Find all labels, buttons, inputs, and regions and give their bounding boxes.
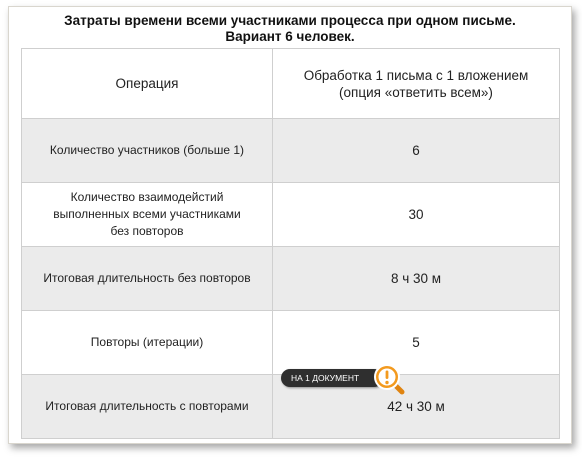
title-line-1: Затраты времени всеми участниками процес… — [64, 13, 516, 28]
header-operation-label: Операция — [115, 76, 179, 91]
per-document-note: НА 1 ДОКУМЕНТ — [281, 363, 409, 399]
document-title: Затраты времени всеми участниками процес… — [9, 13, 571, 45]
operation-cell: Итоговая длительность без повторов — [21, 246, 273, 311]
operation-label: Количество взаимодейстий выполненных все… — [53, 190, 241, 238]
value-label: 30 — [408, 207, 424, 222]
operation-label: Повторы (итерации) — [90, 335, 204, 349]
table-row: Итоговая длительность без повторов 8 ч 3… — [21, 246, 560, 311]
operation-cell: Количество участников (больше 1) — [21, 118, 273, 183]
value-cell: 6 — [272, 118, 560, 183]
table-row: Количество участников (больше 1) 6 — [21, 118, 560, 183]
header-value-label: Обработка 1 письма с 1 вложением (опция … — [303, 67, 529, 100]
header-value-cell: Обработка 1 письма с 1 вложением (опция … — [272, 48, 560, 119]
value-cell: 8 ч 30 м — [272, 246, 560, 311]
value-cell: 30 — [272, 182, 560, 247]
exclamation-magnifier-icon — [374, 364, 405, 395]
value-label: 8 ч 30 м — [390, 271, 442, 286]
value-label: 6 — [412, 143, 420, 158]
document-card: Затраты времени всеми участниками процес… — [8, 6, 572, 444]
value-label: 5 — [412, 335, 420, 350]
value-label: 42 ч 30 м — [387, 399, 445, 414]
note-label: НА 1 ДОКУМЕНТ — [281, 369, 384, 387]
operation-label: Итоговая длительность с повторами — [45, 399, 249, 413]
operation-label: Итоговая длительность без повторов — [43, 271, 251, 285]
table-header-row: Операция Обработка 1 письма с 1 вложение… — [21, 48, 560, 119]
title-line-2: Вариант 6 человек. — [225, 29, 355, 44]
header-operation-cell: Операция — [21, 48, 273, 119]
table-row: Количество взаимодейстий выполненных все… — [21, 182, 560, 247]
operation-cell: Повторы (итерации) — [21, 310, 273, 375]
operation-cell: Количество взаимодейстий выполненных все… — [21, 182, 273, 247]
operation-label: Количество участников (больше 1) — [49, 143, 245, 157]
operation-cell: Итоговая длительность с повторами — [21, 374, 273, 439]
